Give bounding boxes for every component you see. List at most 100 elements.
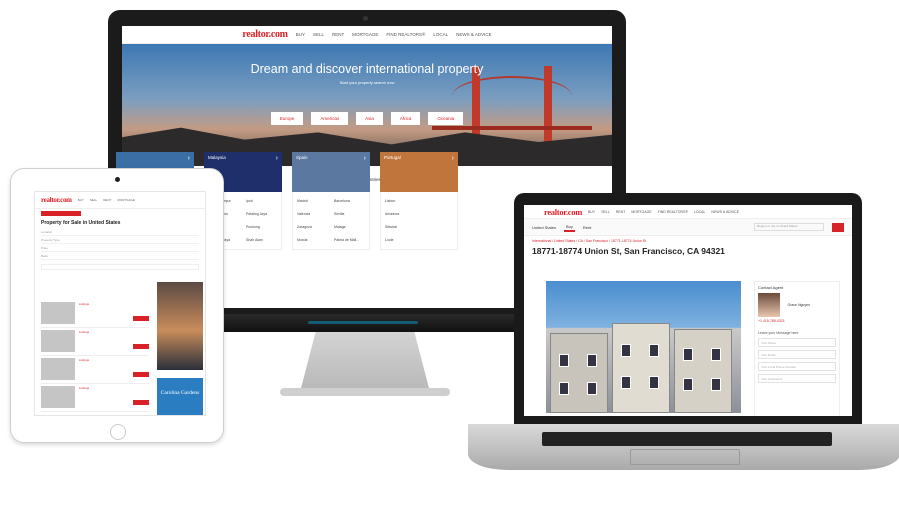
listing-label[interactable]: Listings bbox=[79, 302, 89, 306]
chevron-right-icon[interactable]: › bbox=[452, 155, 454, 162]
city-link[interactable] bbox=[422, 199, 453, 203]
nav-item-news[interactable]: NEWS & ADVICE bbox=[456, 32, 492, 37]
city-link[interactable] bbox=[422, 225, 453, 229]
chevron-right-icon[interactable]: › bbox=[276, 155, 278, 162]
nav-item-sell[interactable]: SELL bbox=[90, 198, 97, 202]
nav-item-buy[interactable]: BUY bbox=[296, 32, 305, 37]
name-field[interactable]: Your Name bbox=[758, 338, 836, 347]
city-link[interactable]: Petaling Jaya bbox=[246, 212, 277, 216]
site-logo[interactable]: realtor.com bbox=[41, 196, 72, 204]
contact-agent-panel: Contact Agent Grace Nguyen +1 415-785-43… bbox=[754, 281, 840, 416]
city-link[interactable]: Loule bbox=[385, 238, 416, 242]
tab-rent[interactable]: Rent bbox=[583, 225, 591, 230]
list-item[interactable]: Listings bbox=[41, 328, 149, 356]
phone-field[interactable]: Your Local Phone Number bbox=[758, 362, 836, 371]
city-link[interactable]: Palma de Mall... bbox=[334, 238, 365, 242]
city-link[interactable]: Setubal bbox=[385, 225, 416, 229]
list-item[interactable]: Listings bbox=[41, 384, 149, 412]
nav-item-mortgage[interactable]: MORTGAGE bbox=[352, 32, 378, 37]
hero-title: Dream and discover international propert… bbox=[250, 62, 484, 76]
listing-label[interactable]: Listings bbox=[79, 386, 89, 390]
listing-label[interactable]: Listings bbox=[79, 358, 89, 362]
country-card[interactable]: Spain › Madrid Barcelona Valencia Sevilla Zara… bbox=[292, 152, 370, 250]
nav-item-local[interactable]: LOCAL bbox=[694, 210, 705, 214]
chevron-right-icon[interactable]: › bbox=[188, 155, 190, 162]
nav-item-mortgage[interactable]: MORTGAGE bbox=[631, 210, 651, 214]
city-link[interactable]: Amadora bbox=[385, 212, 416, 216]
laptop: realtor.com BUY SELL RENT MORTGAGE FIND … bbox=[514, 193, 862, 424]
listing-thumbnail[interactable] bbox=[41, 330, 75, 352]
nav-item-mortgage[interactable]: MORTGAGE bbox=[117, 198, 134, 202]
listing-thumbnail[interactable] bbox=[41, 386, 75, 408]
filter-price[interactable]: Price bbox=[41, 246, 199, 252]
nav-item-sell[interactable]: SELL bbox=[601, 210, 610, 214]
tablet: realtor.com BUY SELL RENT MORTGAGE Prope… bbox=[10, 168, 224, 443]
site-logo[interactable]: realtor.com bbox=[544, 207, 582, 217]
city-links: Lisbon Amadora Setubal Loule bbox=[380, 192, 458, 250]
country-name: Portugal bbox=[384, 155, 401, 160]
camera-icon bbox=[115, 177, 120, 182]
comments-field[interactable]: Your Comments bbox=[758, 374, 836, 383]
city-photo bbox=[157, 282, 203, 370]
region-button-asia[interactable]: Asia bbox=[356, 112, 383, 125]
city-link[interactable]: Sevilla bbox=[334, 212, 365, 216]
breadcrumb[interactable]: International / United States / CA / San… bbox=[524, 236, 852, 246]
trackpad bbox=[630, 449, 740, 465]
filter-beds[interactable]: Beds bbox=[41, 254, 199, 260]
nav-item-realtors[interactable]: FIND REALTORS® bbox=[386, 32, 425, 37]
country-select[interactable]: United States bbox=[532, 225, 556, 230]
page-title: Property for Sale in United States bbox=[41, 220, 121, 226]
nav-item-buy[interactable]: BUY bbox=[588, 210, 595, 214]
contact-button[interactable] bbox=[133, 400, 149, 405]
city-link[interactable]: Puchong bbox=[246, 225, 277, 229]
chevron-right-icon[interactable]: › bbox=[364, 155, 366, 162]
desktop-nav: realtor.com BUY SELL RENT MORTGAGE FIND … bbox=[122, 26, 612, 44]
region-button-africa[interactable]: Africa bbox=[390, 112, 421, 125]
city-link[interactable]: Madrid bbox=[297, 199, 328, 203]
listing-thumbnail[interactable] bbox=[41, 302, 75, 324]
nav-item-local[interactable]: LOCAL bbox=[433, 32, 448, 37]
nav-item-rent[interactable]: RENT bbox=[103, 198, 111, 202]
ad-banner[interactable]: Carolina Gardens bbox=[157, 378, 203, 415]
tablet-screen: realtor.com BUY SELL RENT MORTGAGE Prope… bbox=[34, 191, 206, 416]
nav-item-news[interactable]: NEWS & ADVICE bbox=[711, 210, 739, 214]
region-button-americas[interactable]: Americas bbox=[311, 112, 349, 125]
city-link[interactable] bbox=[422, 212, 453, 216]
city-link[interactable]: Barcelona bbox=[334, 199, 365, 203]
email-field[interactable]: Your Email bbox=[758, 350, 836, 359]
nav-item-realtors[interactable]: FIND REALTORS® bbox=[658, 210, 688, 214]
region-button-oceania[interactable]: Oceania bbox=[428, 112, 464, 125]
search-input[interactable]: Region or city in United States bbox=[754, 223, 824, 231]
listing-thumbnail[interactable] bbox=[41, 358, 75, 380]
nav-item-buy[interactable]: BUY bbox=[78, 198, 84, 202]
search-button[interactable] bbox=[832, 222, 844, 232]
list-item[interactable]: Listings bbox=[41, 356, 149, 384]
city-link[interactable]: Murcia bbox=[297, 238, 328, 242]
city-link[interactable] bbox=[422, 238, 453, 242]
listing-info: Listings bbox=[79, 330, 129, 353]
country-card[interactable]: Portugal › Lisbon Amadora Setubal Loule bbox=[380, 152, 458, 250]
filter-location[interactable]: Location bbox=[41, 230, 199, 236]
city-link[interactable]: Shah Alam bbox=[246, 238, 277, 242]
city-link[interactable]: Malaga bbox=[334, 225, 365, 229]
tab-buy[interactable]: Buy bbox=[564, 223, 575, 232]
contact-button[interactable] bbox=[133, 344, 149, 349]
nav-item-rent[interactable]: RENT bbox=[332, 32, 344, 37]
listing-label[interactable]: Listings bbox=[79, 330, 89, 334]
list-item[interactable]: Listings bbox=[41, 300, 149, 328]
sort-select[interactable] bbox=[41, 264, 199, 270]
contact-button[interactable] bbox=[133, 316, 149, 321]
nav-item-sell[interactable]: SELL bbox=[313, 32, 324, 37]
nav-item-rent[interactable]: RENT bbox=[616, 210, 626, 214]
contact-button[interactable] bbox=[133, 372, 149, 377]
site-logo[interactable]: realtor.com bbox=[242, 29, 288, 40]
region-button-europe[interactable]: Europe bbox=[270, 112, 304, 125]
city-link[interactable]: Zaragoza bbox=[297, 225, 328, 229]
agent-phone[interactable]: +1 415-785-4321 bbox=[758, 319, 836, 323]
filter-property-type[interactable]: Property Type bbox=[41, 238, 199, 244]
search-bar: United States Buy Rent Region or city in… bbox=[524, 219, 852, 236]
city-links: Madrid Barcelona Valencia Sevilla Zaragoza Ma… bbox=[292, 192, 370, 250]
city-link[interactable]: Valencia bbox=[297, 212, 328, 216]
city-link[interactable]: Ipoh bbox=[246, 199, 277, 203]
city-link[interactable]: Lisbon bbox=[385, 199, 416, 203]
